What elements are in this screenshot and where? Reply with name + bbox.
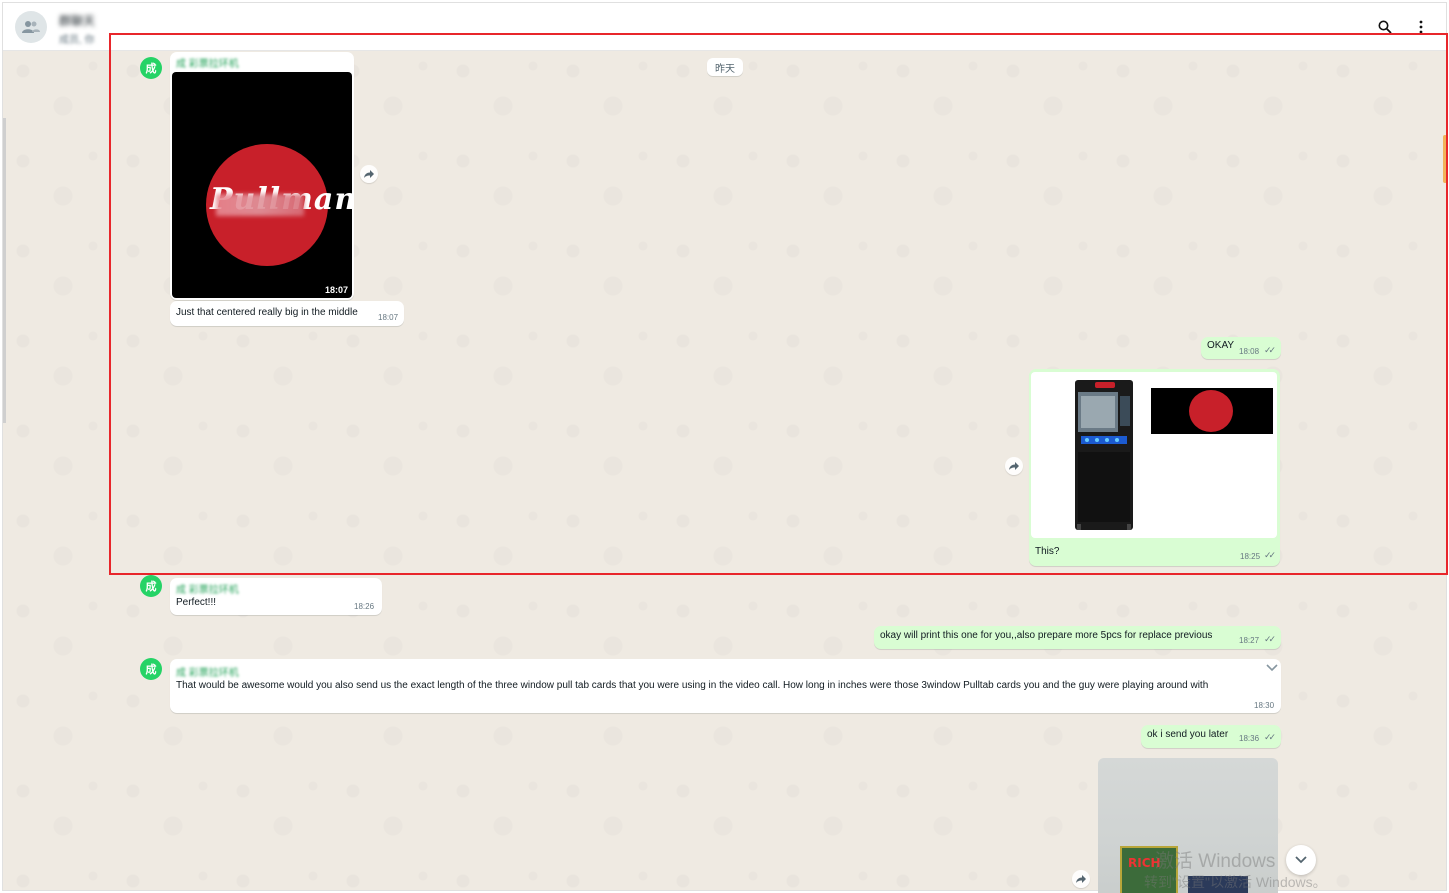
chevron-down-icon[interactable] [1266, 664, 1278, 675]
message-text: Just that centered really big in the mid… [176, 307, 358, 318]
message-text: ok i send you later [1147, 729, 1229, 740]
logo-banner-image [1151, 388, 1273, 434]
sender-name[interactable]: 成 彩票拉环机 [176, 581, 239, 596]
banner-logo-circle [1189, 390, 1233, 432]
scroll-to-bottom-button[interactable] [1286, 845, 1316, 875]
group-icon [22, 21, 40, 33]
video-timestamp: 18:07 [324, 285, 348, 295]
image-thumbnail[interactable] [1031, 372, 1277, 538]
message-text: Perfect!!! [176, 597, 217, 608]
search-icon[interactable] [1375, 17, 1395, 37]
message-text: This? [1035, 546, 1060, 557]
message-time: 18:30 [1254, 701, 1275, 710]
message-time: 18:07 [378, 313, 399, 322]
scrollbar[interactable] [1446, 663, 1447, 823]
read-ticks-icon: ✓✓ [1264, 550, 1276, 560]
group-avatar-header[interactable] [15, 11, 47, 43]
read-ticks-icon: ✓✓ [1264, 732, 1276, 742]
scrollbar-marker[interactable] [1443, 135, 1446, 183]
read-ticks-icon: ✓✓ [1264, 345, 1276, 355]
chat-members: 成员, 你 [59, 35, 95, 46]
video-thumbnail[interactable]: Pullman's 18:07 [172, 72, 352, 298]
chat-title[interactable]: 群聊天 [59, 12, 95, 29]
panel-edge [3, 118, 6, 423]
sender-avatar[interactable]: 成 [140, 575, 162, 597]
forward-icon[interactable] [1005, 457, 1023, 475]
forward-icon[interactable] [360, 165, 378, 183]
blurred-logo [216, 194, 304, 216]
message-time: 18:08 [1239, 347, 1260, 356]
message-text: OKAY [1207, 340, 1235, 351]
message-time: 18:26 [354, 602, 375, 611]
sender-avatar[interactable]: 成 [140, 57, 162, 79]
message-time: 18:27 [1239, 636, 1260, 645]
read-ticks-icon: ✓✓ [1264, 634, 1276, 644]
chevron-down-icon [1295, 856, 1307, 864]
message-text: That would be awesome would you also sen… [176, 680, 1209, 691]
kebab-menu-icon[interactable] [1411, 17, 1431, 37]
activation-watermark: 激活 Windows [1155, 851, 1276, 872]
chat-header: 群聊天 成员, 你 [3, 3, 1446, 51]
message-time: 18:25 [1240, 552, 1261, 561]
forward-icon[interactable] [1072, 870, 1090, 888]
message-text: okay will print this one for you,,also p… [880, 630, 1213, 641]
activation-watermark-sub: 转到"设置"以激活 Windows。 [1144, 874, 1327, 890]
sender-avatar[interactable]: 成 [140, 658, 162, 680]
sender-name[interactable]: 成 彩票拉环机 [176, 664, 239, 679]
sender-name[interactable]: 成 彩票拉环机 [176, 55, 239, 70]
date-divider: 昨天 [707, 58, 743, 76]
message-time: 18:36 [1239, 734, 1260, 743]
vending-machine-image [1075, 380, 1133, 530]
